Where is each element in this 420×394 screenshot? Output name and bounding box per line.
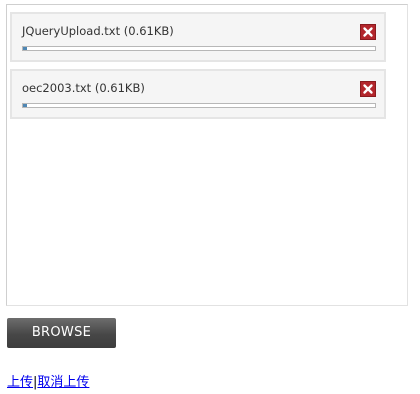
progress-fill xyxy=(23,47,27,50)
browse-button[interactable]: BROWSE xyxy=(7,318,116,348)
queue-item: JQueryUpload.txt (0.61KB) xyxy=(10,12,386,62)
progress-bar xyxy=(22,103,376,108)
close-icon xyxy=(363,84,373,94)
close-icon xyxy=(363,27,373,37)
action-links: 上传|取消上传 xyxy=(7,371,89,390)
upload-widget: JQueryUpload.txt (0.61KB) oec2003.txt (0… xyxy=(0,0,420,394)
cancel-file-button[interactable] xyxy=(360,24,376,40)
cancel-file-button[interactable] xyxy=(360,81,376,97)
progress-bar xyxy=(22,46,376,51)
progress-fill xyxy=(23,104,27,107)
file-label: oec2003.txt (0.61KB) xyxy=(22,81,145,95)
cancel-upload-link[interactable]: 取消上传 xyxy=(37,375,89,390)
upload-queue: JQueryUpload.txt (0.61KB) oec2003.txt (0… xyxy=(6,4,408,306)
file-label: JQueryUpload.txt (0.61KB) xyxy=(22,24,174,38)
upload-link[interactable]: 上传 xyxy=(7,375,33,390)
queue-item: oec2003.txt (0.61KB) xyxy=(10,69,386,119)
